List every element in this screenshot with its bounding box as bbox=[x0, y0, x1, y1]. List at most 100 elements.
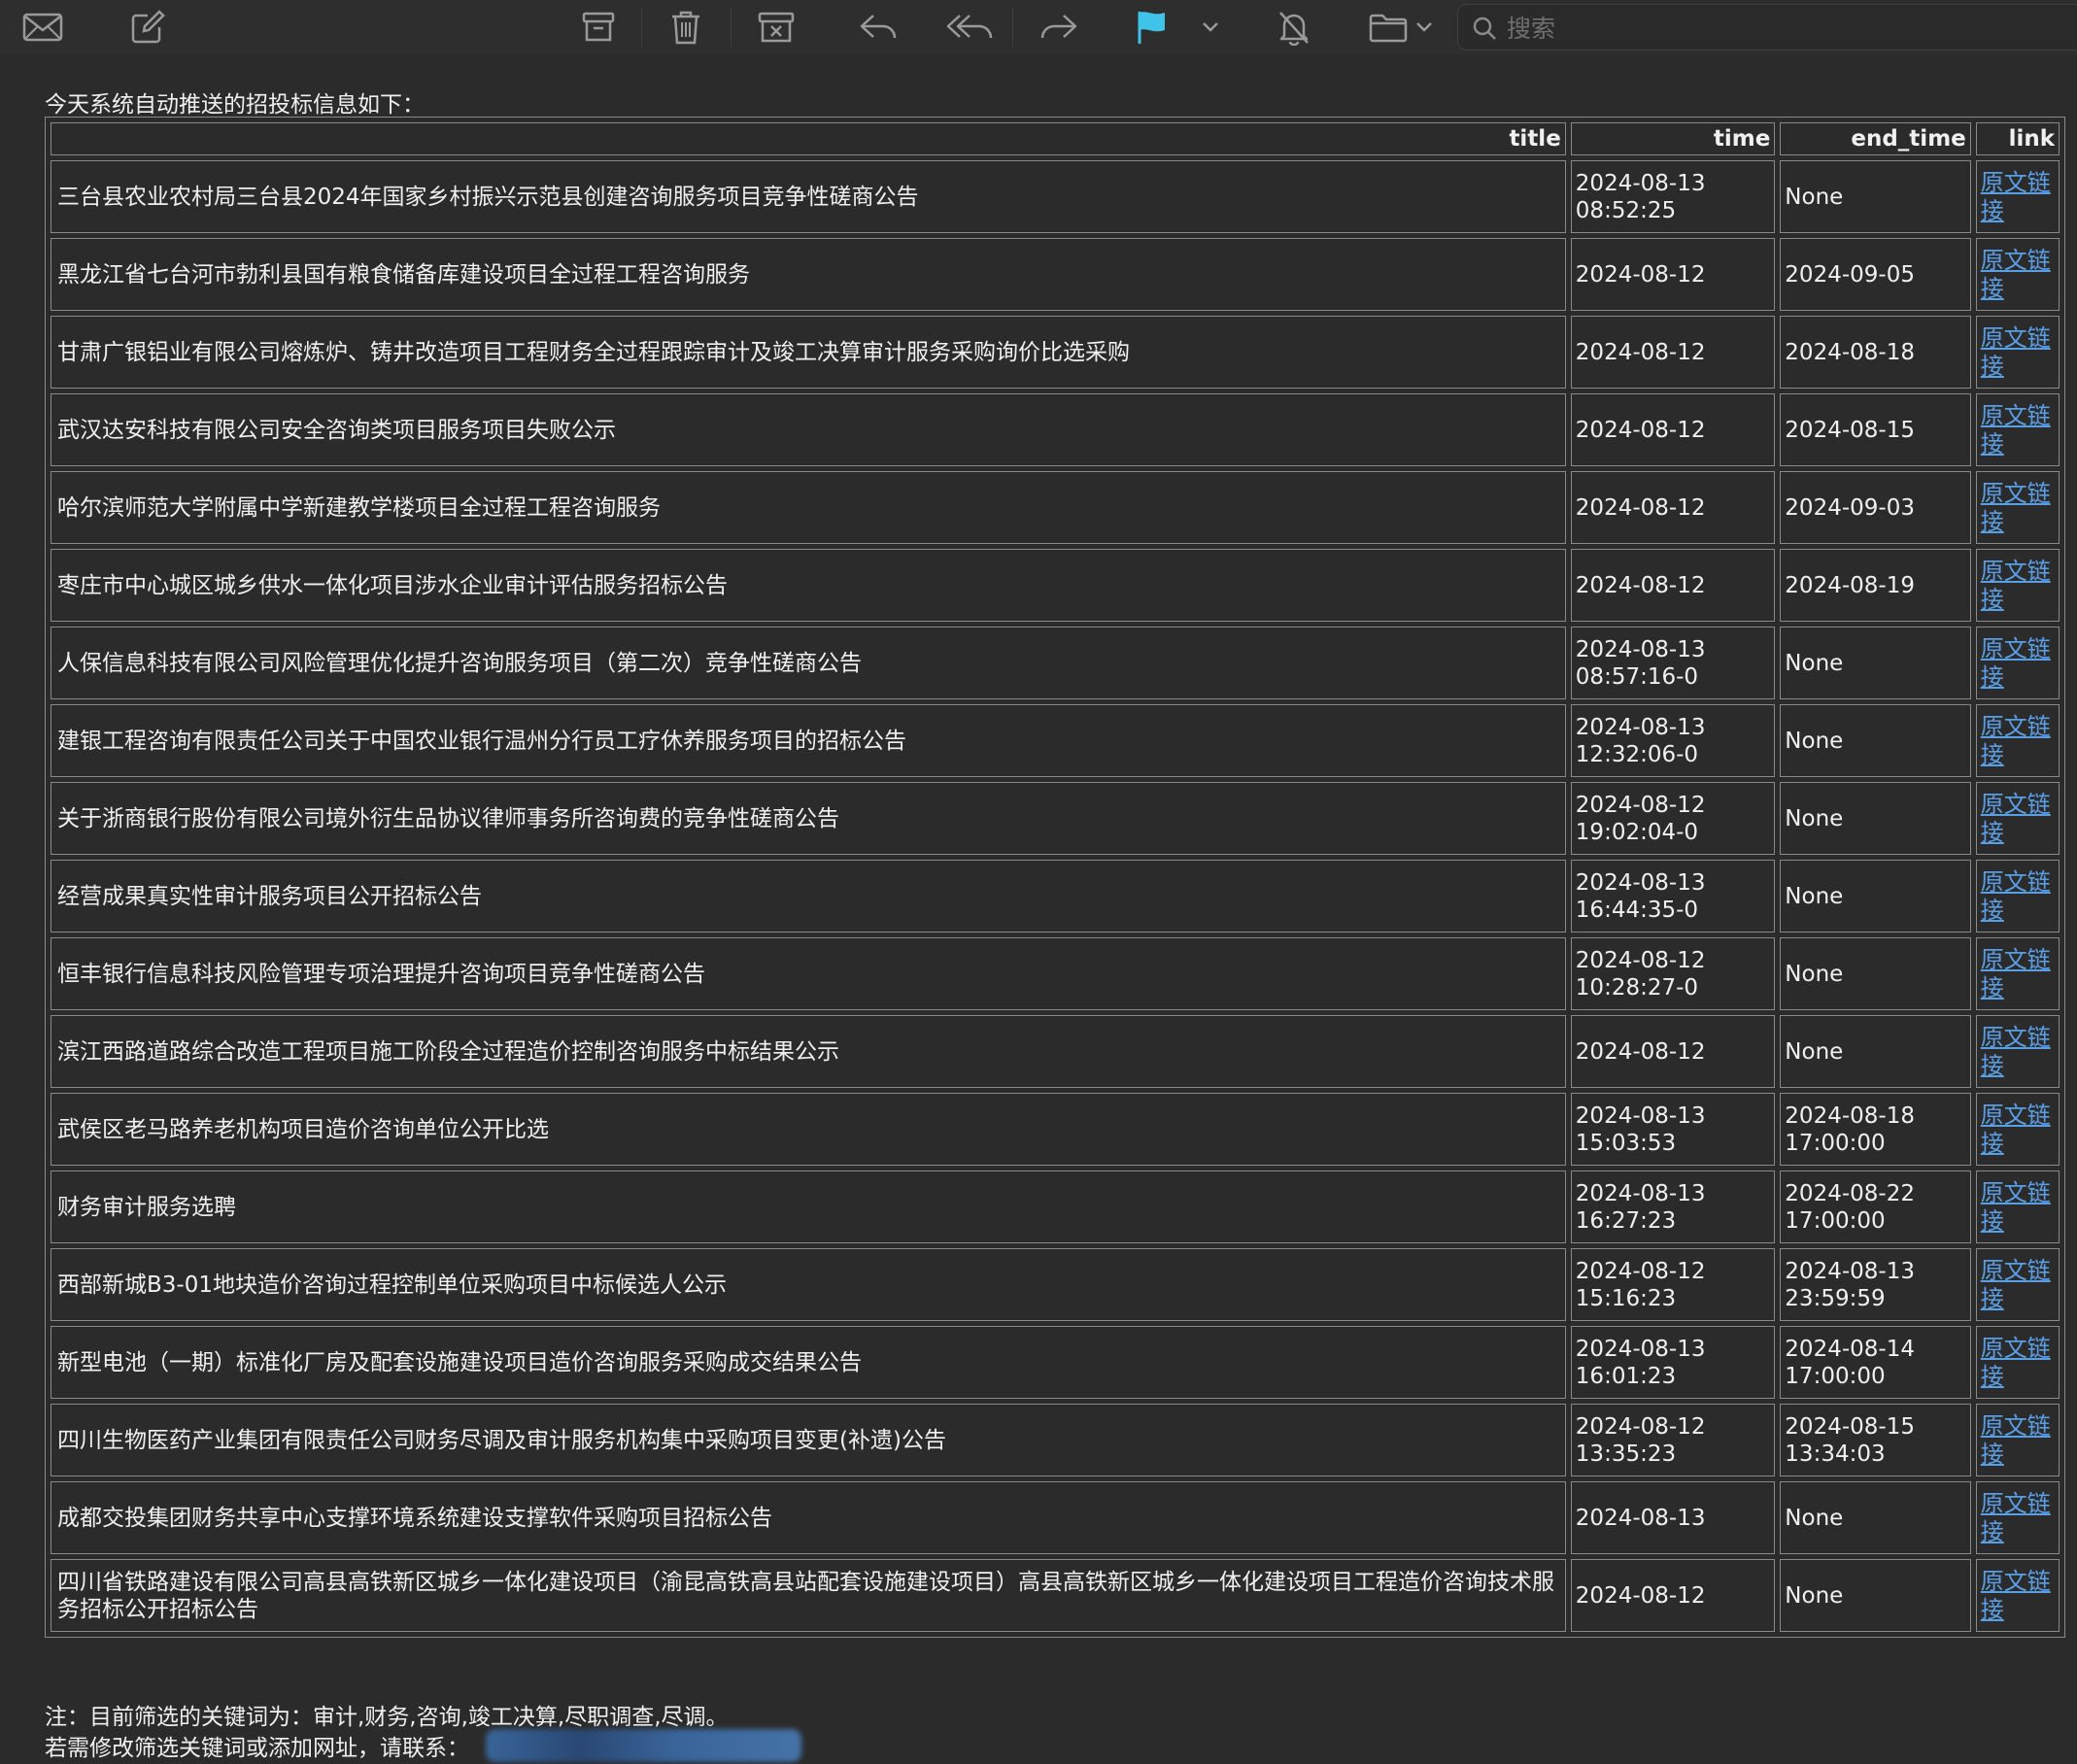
cell-time: 2024-08-12 bbox=[1570, 316, 1776, 389]
source-link[interactable]: 原文链接 bbox=[1981, 791, 2051, 846]
source-link[interactable]: 原文链接 bbox=[1981, 946, 2051, 1001]
message-body: 今天系统自动推送的招投标信息如下： title time end_time li… bbox=[0, 54, 2077, 1764]
table-header-row: title time end_time link bbox=[51, 122, 2060, 155]
cell-end-time: None bbox=[1780, 937, 1971, 1010]
cell-end-time: 2024-08-19 bbox=[1780, 549, 1971, 622]
cell-title: 滨江西路道路综合改造工程项目施工阶段全过程造价控制咨询服务中标结果公示 bbox=[51, 1015, 1566, 1088]
table-row: 三台县农业农村局三台县2024年国家乡村振兴示范县创建咨询服务项目竞争性磋商公告… bbox=[51, 160, 2060, 233]
cell-link: 原文链接 bbox=[1975, 1093, 2060, 1166]
cell-end-time: None bbox=[1780, 1481, 1971, 1554]
cell-title: 成都交投集团财务共享中心支撑环境系统建设支撑软件采购项目招标公告 bbox=[51, 1481, 1566, 1554]
cell-time: 2024-08-12 bbox=[1570, 471, 1776, 544]
cell-link: 原文链接 bbox=[1975, 782, 2060, 855]
cell-end-time: None bbox=[1780, 627, 1971, 699]
cell-end-time: 2024-08-14 17:00:00 bbox=[1780, 1326, 1971, 1399]
source-link[interactable]: 原文链接 bbox=[1981, 635, 2051, 691]
cell-title: 经营成果真实性审计服务项目公开招标公告 bbox=[51, 860, 1566, 933]
source-link[interactable]: 原文链接 bbox=[1981, 247, 2051, 302]
source-link[interactable]: 原文链接 bbox=[1981, 558, 2051, 613]
source-link[interactable]: 原文链接 bbox=[1981, 1102, 2051, 1157]
cell-title: 枣庄市中心城区城乡供水一体化项目涉水企业审计评估服务招标公告 bbox=[51, 549, 1566, 622]
table-row: 关于浙商银行股份有限公司境外衍生品协议律师事务所咨询费的竞争性磋商公告 2024-… bbox=[51, 782, 2060, 855]
table-row: 西部新城B3-01地块造价咨询过程控制单位采购项目中标候选人公示 2024-08-… bbox=[51, 1248, 2060, 1321]
search-input[interactable] bbox=[1505, 5, 2053, 51]
cell-title: 哈尔滨师范大学附属中学新建教学楼项目全过程工程咨询服务 bbox=[51, 471, 1566, 544]
toolbar-separator bbox=[641, 8, 642, 47]
source-link[interactable]: 原文链接 bbox=[1981, 1179, 2051, 1235]
mute-bell-icon[interactable] bbox=[1273, 6, 1315, 49]
intro-text: 今天系统自动推送的招投标信息如下： bbox=[45, 92, 425, 118]
note-contact: 若需修改筛选关键词或添加网址，请联系： bbox=[45, 1736, 469, 1761]
cell-time: 2024-08-12 bbox=[1570, 1559, 1776, 1632]
tender-table: title time end_time link 三台县农业农村局三台县2024… bbox=[45, 117, 2065, 1638]
source-link[interactable]: 原文链接 bbox=[1981, 1257, 2051, 1312]
cell-title: 武侯区老马路养老机构项目造价咨询单位公开比选 bbox=[51, 1093, 1566, 1166]
folder-chevron-down-icon[interactable] bbox=[1413, 6, 1436, 49]
cell-end-time: 2024-09-03 bbox=[1780, 471, 1971, 544]
junk-icon[interactable] bbox=[754, 6, 799, 49]
cell-link: 原文链接 bbox=[1975, 238, 2060, 311]
reply-icon[interactable] bbox=[855, 6, 902, 49]
cell-title: 武汉达安科技有限公司安全咨询类项目服务项目失败公示 bbox=[51, 393, 1566, 466]
cell-title: 三台县农业农村局三台县2024年国家乡村振兴示范县创建咨询服务项目竞争性磋商公告 bbox=[51, 160, 1566, 233]
source-link[interactable]: 原文链接 bbox=[1981, 402, 2051, 458]
source-link[interactable]: 原文链接 bbox=[1981, 1568, 2051, 1623]
cell-end-time: 2024-08-18 bbox=[1780, 316, 1971, 389]
cell-time: 2024-08-13 12:32:06-0 bbox=[1570, 704, 1776, 777]
source-link[interactable]: 原文链接 bbox=[1981, 713, 2051, 768]
table-row: 哈尔滨师范大学附属中学新建教学楼项目全过程工程咨询服务 2024-08-12 202… bbox=[51, 471, 2060, 544]
cell-end-time: 2024-08-15 13:34:03 bbox=[1780, 1404, 1971, 1476]
trash-icon[interactable] bbox=[664, 6, 707, 49]
header-end-time: end_time bbox=[1780, 122, 1971, 155]
cell-link: 原文链接 bbox=[1975, 704, 2060, 777]
cell-end-time: 2024-08-13 23:59:59 bbox=[1780, 1248, 1971, 1321]
table-row: 经营成果真实性审计服务项目公开招标公告 2024-08-13 16:44:35-0 N… bbox=[51, 860, 2060, 933]
source-link[interactable]: 原文链接 bbox=[1981, 480, 2051, 535]
table-row: 甘肃广银铝业有限公司熔炼炉、铸井改造项目工程财务全过程跟踪审计及竣工决算审计服务… bbox=[51, 316, 2060, 389]
source-link[interactable]: 原文链接 bbox=[1981, 1412, 2051, 1468]
cell-time: 2024-08-13 08:52:25 bbox=[1570, 160, 1776, 233]
flag-icon[interactable] bbox=[1133, 6, 1172, 49]
cell-end-time: None bbox=[1780, 704, 1971, 777]
source-link[interactable]: 原文链接 bbox=[1981, 1335, 2051, 1390]
table-row: 成都交投集团财务共享中心支撑环境系统建设支撑软件采购项目招标公告 2024-08-… bbox=[51, 1481, 2060, 1554]
cell-link: 原文链接 bbox=[1975, 1559, 2060, 1632]
cell-time: 2024-08-12 19:02:04-0 bbox=[1570, 782, 1776, 855]
cell-end-time: None bbox=[1780, 1559, 1971, 1632]
cell-link: 原文链接 bbox=[1975, 937, 2060, 1010]
cell-title: 甘肃广银铝业有限公司熔炼炉、铸井改造项目工程财务全过程跟踪审计及竣工决算审计服务… bbox=[51, 316, 1566, 389]
compose-icon[interactable] bbox=[126, 6, 169, 49]
mail-toolbar bbox=[0, 0, 2077, 55]
cell-end-time: None bbox=[1780, 160, 1971, 233]
cell-link: 原文链接 bbox=[1975, 1481, 2060, 1554]
table-row: 四川省铁路建设有限公司高县高铁新区城乡一体化建设项目（渝昆高铁高县站配套设施建设… bbox=[51, 1559, 2060, 1632]
source-link[interactable]: 原文链接 bbox=[1981, 1024, 2051, 1079]
table-row: 人保信息科技有限公司风险管理优化提升咨询服务项目（第二次）竞争性磋商公告 2024… bbox=[51, 627, 2060, 699]
envelope-icon[interactable] bbox=[19, 6, 66, 49]
cell-title: 建银工程咨询有限责任公司关于中国农业银行温州分行员工疗休养服务项目的招标公告 bbox=[51, 704, 1566, 777]
cell-end-time: 2024-09-05 bbox=[1780, 238, 1971, 311]
cell-link: 原文链接 bbox=[1975, 471, 2060, 544]
toolbar-separator bbox=[731, 8, 732, 47]
header-time: time bbox=[1570, 122, 1776, 155]
chevron-down-icon[interactable] bbox=[1197, 6, 1224, 49]
cell-time: 2024-08-12 bbox=[1570, 393, 1776, 466]
table-row: 建银工程咨询有限责任公司关于中国农业银行温州分行员工疗休养服务项目的招标公告 20… bbox=[51, 704, 2060, 777]
archive-icon[interactable] bbox=[577, 6, 620, 49]
header-link: link bbox=[1975, 122, 2060, 155]
forward-icon[interactable] bbox=[1036, 6, 1082, 49]
source-link[interactable]: 原文链接 bbox=[1981, 1490, 2051, 1545]
table-row: 黑龙江省七台河市勃利县国有粮食储备库建设项目全过程工程咨询服务 2024-08-1… bbox=[51, 238, 2060, 311]
reply-all-icon[interactable] bbox=[942, 6, 997, 49]
redacted-contact bbox=[486, 1729, 801, 1762]
cell-link: 原文链接 bbox=[1975, 860, 2060, 933]
source-link[interactable]: 原文链接 bbox=[1981, 324, 2051, 380]
cell-link: 原文链接 bbox=[1975, 1015, 2060, 1088]
cell-link: 原文链接 bbox=[1975, 1248, 2060, 1321]
source-link[interactable]: 原文链接 bbox=[1981, 169, 2051, 224]
source-link[interactable]: 原文链接 bbox=[1981, 868, 2051, 924]
folder-icon[interactable] bbox=[1366, 6, 1411, 49]
search-field[interactable] bbox=[1457, 4, 2077, 51]
cell-time: 2024-08-13 16:27:23 bbox=[1570, 1170, 1776, 1243]
cell-time: 2024-08-12 10:28:27-0 bbox=[1570, 937, 1776, 1010]
